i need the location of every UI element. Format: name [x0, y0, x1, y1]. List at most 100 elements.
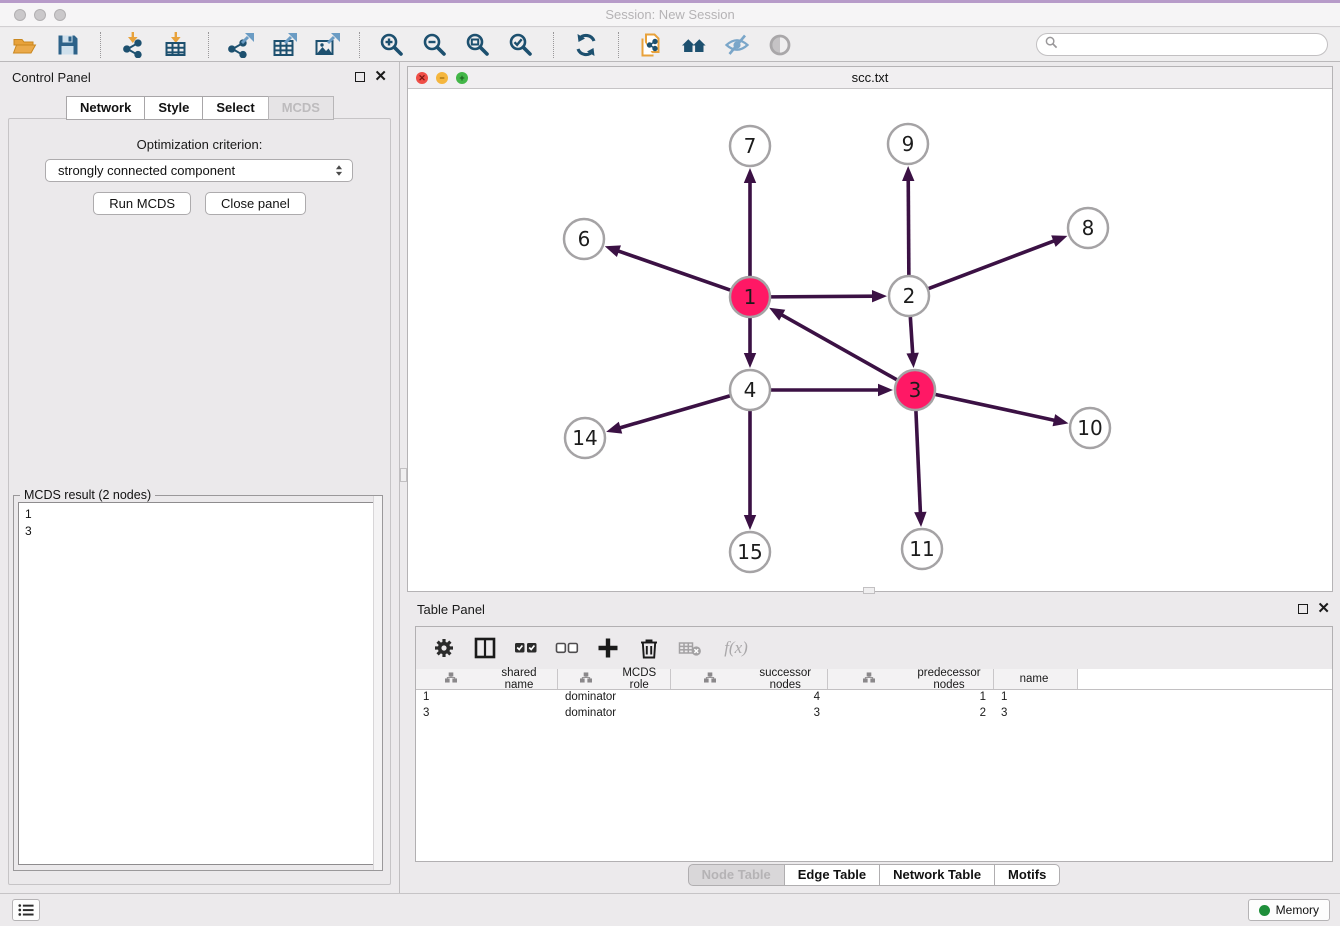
arrowhead-2-9 [902, 166, 914, 181]
edge-3-11[interactable] [916, 411, 921, 514]
table-cell[interactable]: 2 [828, 706, 994, 722]
splitter-handle-horizontal[interactable] [863, 587, 875, 594]
task-history-button[interactable] [12, 899, 40, 921]
tab-edge-table[interactable]: Edge Table [784, 864, 880, 886]
edge-1-2[interactable] [771, 296, 874, 297]
control-panel-title: Control Panel [12, 70, 91, 85]
close-table-panel-icon[interactable]: ✕ [1317, 604, 1330, 614]
tab-network[interactable]: Network [66, 96, 145, 120]
tab-node-table[interactable]: Node Table [688, 864, 785, 886]
tab-mcds[interactable]: MCDS [268, 96, 334, 120]
close-panel-icon[interactable]: ✕ [374, 72, 387, 82]
import-network-icon[interactable] [120, 32, 146, 58]
edge-2-8[interactable] [929, 240, 1056, 288]
edge-2-3[interactable] [910, 317, 912, 355]
delete-table-icon[interactable] [678, 636, 702, 660]
table-cell[interactable]: dominator [558, 706, 671, 722]
select-all-icon[interactable] [514, 636, 538, 660]
network-window-titlebar[interactable]: ✕ − + scc.txt [408, 67, 1332, 89]
column-header-name[interactable]: name [994, 669, 1078, 689]
toolbar-separator [100, 32, 101, 58]
arrowhead-3-11 [914, 512, 926, 527]
criterion-select[interactable]: strongly connected component [45, 159, 353, 182]
run-mcds-button[interactable]: Run MCDS [93, 192, 191, 215]
memory-button[interactable]: Memory [1248, 899, 1330, 921]
column-header-shared-name[interactable]: shared name [416, 669, 558, 689]
search-icon [1045, 36, 1058, 54]
fx-label: f(x) [724, 638, 748, 658]
delete-column-icon[interactable] [637, 636, 661, 660]
table-cell[interactable]: 1 [994, 690, 1078, 706]
table-cell[interactable]: 1 [416, 690, 558, 706]
close-panel-button[interactable]: Close panel [205, 192, 306, 215]
main-toolbar [0, 28, 1340, 62]
node-label-4: 4 [744, 378, 757, 402]
mcds-result-text: 1 3 [18, 502, 378, 865]
edge-1-6[interactable] [617, 251, 730, 291]
columns-icon[interactable] [473, 636, 497, 660]
table-cell[interactable]: 3 [416, 706, 558, 722]
edge-4-14[interactable] [619, 396, 730, 428]
column-label: successor nodes [752, 667, 828, 691]
network-graph[interactable]: 7968124314101511 [408, 89, 1332, 591]
refresh-layout-icon[interactable] [573, 32, 599, 58]
node-label-9: 9 [902, 132, 915, 156]
table-panel: Table Panel ✕ f(x) shared nameMCDS roles… [407, 596, 1340, 893]
edge-2-9[interactable] [908, 179, 909, 275]
memory-label: Memory [1276, 903, 1319, 917]
add-column-icon[interactable] [596, 636, 620, 660]
tab-select[interactable]: Select [202, 96, 268, 120]
export-table-icon[interactable] [271, 32, 297, 58]
search-input[interactable] [1063, 36, 1327, 54]
arrowhead-1-2 [872, 290, 887, 302]
export-network-icon[interactable] [228, 32, 254, 58]
table-cell[interactable]: dominator [558, 690, 671, 706]
show-panel-icon[interactable] [767, 32, 793, 58]
network-canvas[interactable]: 7968124314101511 [408, 89, 1332, 591]
toolbar-separator [359, 32, 360, 58]
clone-network-icon[interactable] [638, 32, 664, 58]
column-label: shared name [489, 667, 557, 691]
node-label-1: 1 [744, 285, 757, 309]
float-table-panel-icon[interactable] [1298, 604, 1308, 614]
zoom-fit-icon[interactable] [465, 32, 491, 58]
search-box[interactable] [1036, 33, 1328, 56]
table-cell[interactable]: 3 [671, 706, 828, 722]
table-cell[interactable]: 1 [828, 690, 994, 706]
float-panel-icon[interactable] [355, 72, 365, 82]
export-image-icon[interactable] [314, 32, 340, 58]
edge-3-1[interactable] [780, 314, 896, 380]
hide-panel-icon[interactable] [724, 32, 750, 58]
splitter-handle-vertical[interactable] [400, 468, 407, 482]
column-header-MCDS-role[interactable]: MCDS role [558, 669, 671, 689]
node-label-3: 3 [909, 378, 922, 402]
zoom-out-icon[interactable] [422, 32, 448, 58]
home-icon[interactable] [681, 32, 707, 58]
table-cell[interactable]: 3 [994, 706, 1078, 722]
import-table-icon[interactable] [163, 32, 189, 58]
open-file-icon[interactable] [12, 32, 38, 58]
toolbar-separator [618, 32, 619, 58]
toolbar-separator [208, 32, 209, 58]
zoom-selected-icon[interactable] [508, 32, 534, 58]
table-row[interactable]: 1dominator411 [416, 690, 1332, 706]
node-label-15: 15 [737, 540, 762, 564]
tab-motifs[interactable]: Motifs [994, 864, 1060, 886]
arrowhead-4-14 [606, 422, 622, 434]
function-builder-icon[interactable]: f(x) [719, 636, 753, 660]
gear-icon[interactable] [432, 636, 456, 660]
column-header-successor-nodes[interactable]: successor nodes [671, 669, 828, 689]
save-session-icon[interactable] [55, 32, 81, 58]
tab-style[interactable]: Style [144, 96, 203, 120]
network-view-window: ✕ − + scc.txt 7968124314101511 [407, 66, 1333, 592]
table-row[interactable]: 3dominator323 [416, 706, 1332, 722]
table-cell[interactable]: 4 [671, 690, 828, 706]
edge-3-10[interactable] [936, 394, 1056, 420]
result-scrollbar[interactable] [373, 496, 382, 870]
deselect-all-icon[interactable] [555, 636, 579, 660]
column-header-predecessor-nodes[interactable]: predecessor nodes [828, 669, 994, 689]
table-header-row: shared nameMCDS role successor nodesprede… [416, 669, 1332, 690]
tab-network-table[interactable]: Network Table [879, 864, 995, 886]
titlebar: Session: New Session [0, 3, 1340, 27]
zoom-in-icon[interactable] [379, 32, 405, 58]
